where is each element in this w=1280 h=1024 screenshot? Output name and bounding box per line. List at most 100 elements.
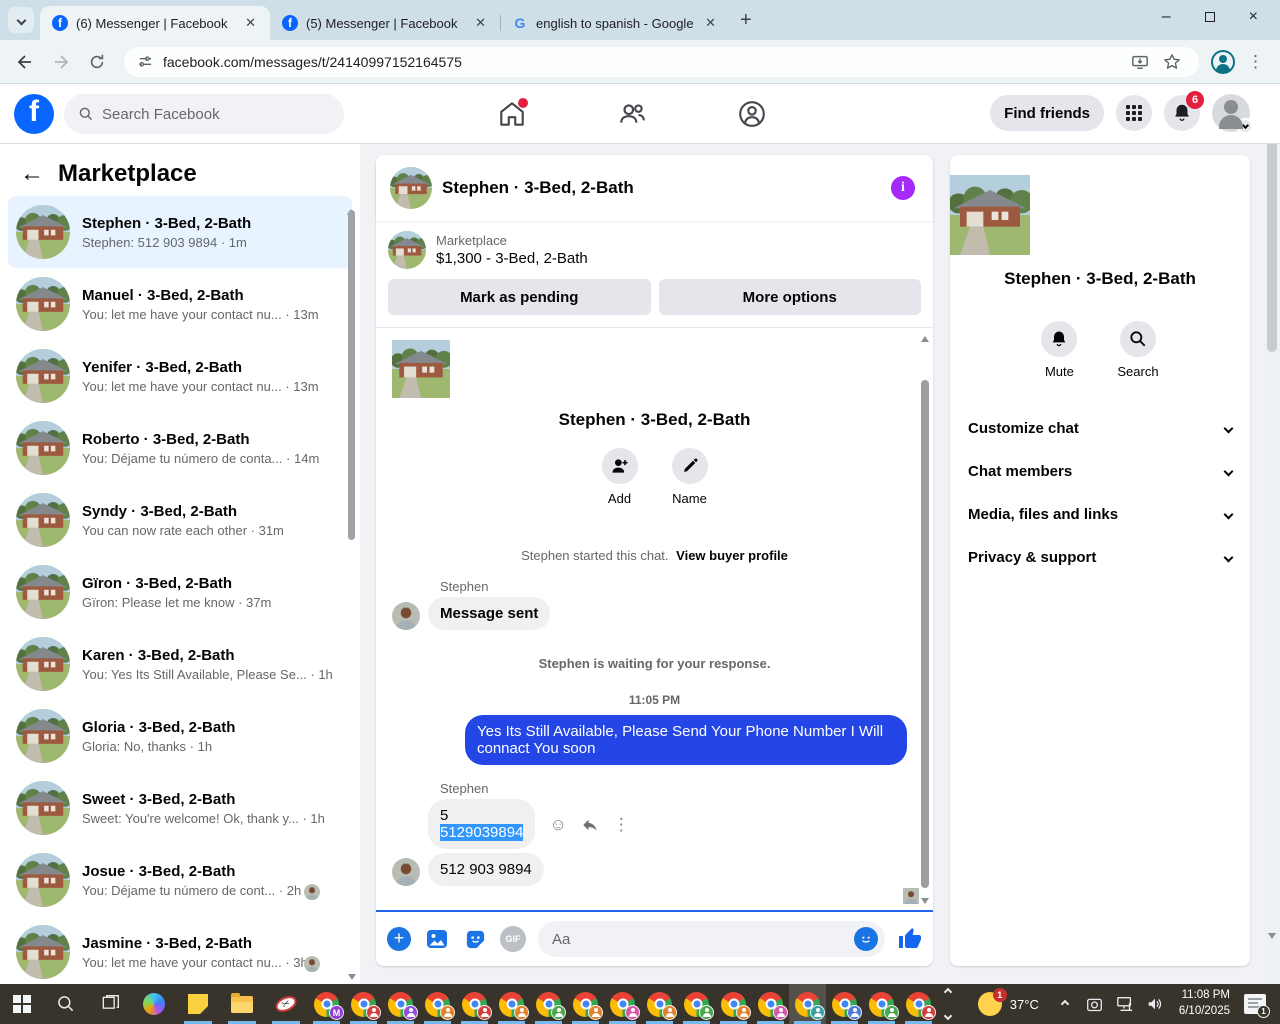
- find-friends-button[interactable]: Find friends: [990, 95, 1104, 131]
- taskbar-chrome-window[interactable]: [863, 984, 900, 1024]
- conversation-yenifer[interactable]: Yenifer · 3-Bed, 2-Bath You: let me have…: [8, 340, 352, 412]
- chat-profile-photo[interactable]: [392, 340, 917, 398]
- scrollbar-thumb[interactable]: [921, 380, 929, 888]
- bookmark-star-icon[interactable]: [1163, 53, 1181, 71]
- outgoing-message-bubble[interactable]: Yes Its Still Available, Please Send You…: [465, 715, 907, 765]
- tab-close-icon[interactable]: ✕: [701, 14, 720, 32]
- home-tab[interactable]: [494, 96, 530, 132]
- browser-tab-2[interactable]: f (5) Messenger | Facebook ✕: [270, 6, 501, 40]
- like-button[interactable]: [897, 926, 923, 952]
- taskbar-chrome-window[interactable]: M: [308, 984, 345, 1024]
- incoming-message-bubble[interactable]: 512 903 9894: [428, 853, 544, 886]
- mute-button[interactable]: Mute: [1041, 321, 1078, 379]
- scroll-down-icon[interactable]: [943, 1011, 953, 1021]
- conversation-info-button[interactable]: i: [887, 172, 919, 204]
- file-explorer-button[interactable]: [220, 984, 264, 1024]
- tray-app-icon[interactable]: [1085, 996, 1105, 1013]
- conversation-josue[interactable]: Josue · 3-Bed, 2-Bath You: Déjame tu núm…: [8, 844, 352, 916]
- new-tab-button[interactable]: +: [740, 9, 752, 32]
- taskbar-chrome-window[interactable]: [715, 984, 752, 1024]
- taskbar-chrome-window[interactable]: [900, 984, 937, 1024]
- chat-avatar[interactable]: [390, 167, 432, 209]
- incoming-message-bubble[interactable]: 5 5129039894: [428, 799, 536, 849]
- scroll-down-icon[interactable]: [921, 898, 929, 904]
- forward-button[interactable]: [46, 47, 76, 77]
- network-icon[interactable]: [1115, 995, 1135, 1013]
- message-input[interactable]: [552, 930, 845, 948]
- conversation-giron[interactable]: Gïron · 3-Bed, 2-Bath Gïron: Please let …: [8, 556, 352, 628]
- sticky-notes-button[interactable]: [176, 984, 220, 1024]
- edit-name-button[interactable]: Name: [671, 448, 708, 506]
- sticker-button[interactable]: [462, 926, 488, 952]
- more-options-button[interactable]: More options: [658, 279, 921, 315]
- message-list[interactable]: Stephen · 3-Bed, 2-Bath Add Name Stephen…: [376, 328, 933, 910]
- facebook-logo[interactable]: f: [14, 94, 54, 134]
- listing-summary[interactable]: Marketplace $1,300 - 3-Bed, 2-Bath: [388, 231, 921, 269]
- back-button[interactable]: [10, 47, 40, 77]
- search-input[interactable]: [102, 105, 302, 123]
- sidebar-scrollbar[interactable]: [347, 192, 357, 980]
- add-members-button[interactable]: Add: [601, 448, 638, 506]
- tab-close-icon[interactable]: ✕: [241, 14, 260, 32]
- minimize-button[interactable]: –: [1162, 8, 1171, 26]
- facebook-search[interactable]: [64, 94, 344, 134]
- address-bar[interactable]: facebook.com/messages/t/2414099715216457…: [124, 46, 1199, 77]
- back-arrow-icon[interactable]: ←: [20, 160, 44, 188]
- snipping-tool-button[interactable]: ✂: [264, 984, 308, 1024]
- search-conversation-button[interactable]: Search: [1117, 321, 1159, 379]
- close-button[interactable]: ×: [1249, 8, 1258, 26]
- start-button[interactable]: [0, 984, 44, 1024]
- photo-button[interactable]: [424, 926, 450, 952]
- maximize-button[interactable]: [1204, 12, 1215, 22]
- url-text[interactable]: facebook.com/messages/t/2414099715216457…: [163, 54, 1121, 70]
- conversation-jasmine[interactable]: Jasmine · 3-Bed, 2-Bath You: let me have…: [8, 916, 352, 988]
- mark-as-pending-button[interactable]: Mark as pending: [388, 279, 651, 315]
- conversation-gloria[interactable]: Gloria · 3-Bed, 2-Bath Gloria: No, thank…: [8, 700, 352, 772]
- conversation-roberto[interactable]: Roberto · 3-Bed, 2-Bath You: Déjame tu n…: [8, 412, 352, 484]
- scroll-up-icon[interactable]: [921, 336, 929, 342]
- reply-icon[interactable]: [581, 816, 599, 834]
- taskbar-clock[interactable]: 11:08 PM 6/10/2025: [1175, 988, 1234, 1019]
- taskbar-chrome-window[interactable]: [419, 984, 456, 1024]
- scroll-down-icon[interactable]: [348, 974, 356, 980]
- chat-title[interactable]: Stephen · 3-Bed, 2-Bath: [442, 178, 877, 198]
- details-avatar[interactable]: [950, 175, 1250, 255]
- scrollbar-thumb[interactable]: [348, 210, 355, 540]
- taskbar-chrome-window[interactable]: [641, 984, 678, 1024]
- taskbar-chrome-window[interactable]: [678, 984, 715, 1024]
- install-app-icon[interactable]: [1131, 53, 1149, 71]
- incoming-message-bubble[interactable]: Message sent: [428, 597, 551, 630]
- friends-tab[interactable]: [614, 96, 650, 132]
- tab-close-icon[interactable]: ✕: [471, 14, 490, 32]
- more-actions-icon[interactable]: ⋮: [613, 815, 630, 835]
- scroll-down-icon[interactable]: [1268, 933, 1276, 939]
- emoji-button[interactable]: [854, 927, 878, 951]
- attach-button[interactable]: +: [386, 926, 412, 952]
- conversation-karen[interactable]: Karen · 3-Bed, 2-Bath You: Yes Its Still…: [8, 628, 352, 700]
- conversation-manuel[interactable]: Manuel · 3-Bed, 2-Bath You: let me have …: [8, 268, 352, 340]
- action-center-button[interactable]: 1: [1244, 994, 1270, 1018]
- groups-tab[interactable]: [734, 96, 770, 132]
- notifications-button[interactable]: 6: [1164, 91, 1204, 131]
- browser-profile-avatar[interactable]: [1211, 49, 1235, 74]
- profile-avatar[interactable]: [1212, 94, 1253, 134]
- taskbar-chrome-window[interactable]: [456, 984, 493, 1024]
- copilot-button[interactable]: [132, 984, 176, 1024]
- taskbar-chrome-window[interactable]: [530, 984, 567, 1024]
- section-chat-members[interactable]: Chat members: [950, 450, 1250, 493]
- taskbar-chrome-window[interactable]: [493, 984, 530, 1024]
- conversation-sweet[interactable]: Sweet · 3-Bed, 2-Bath Sweet: You're welc…: [8, 772, 352, 844]
- scroll-up-icon[interactable]: [943, 987, 953, 997]
- taskbar-chrome-window[interactable]: [345, 984, 382, 1024]
- page-scrollbar[interactable]: [1264, 84, 1280, 984]
- task-view-button[interactable]: [88, 984, 132, 1024]
- tab-search-button[interactable]: [8, 7, 34, 33]
- view-buyer-profile-link[interactable]: View buyer profile: [676, 548, 788, 563]
- taskbar-chrome-window[interactable]: [826, 984, 863, 1024]
- section-media-files-links[interactable]: Media, files and links: [950, 493, 1250, 536]
- browser-menu-icon[interactable]: ⋮: [1241, 52, 1270, 72]
- chat-scrollbar[interactable]: [920, 332, 930, 906]
- weather-widget[interactable]: 1 37°C: [972, 988, 1045, 1016]
- volume-icon[interactable]: [1145, 995, 1165, 1013]
- taskbar-search-button[interactable]: [44, 984, 88, 1024]
